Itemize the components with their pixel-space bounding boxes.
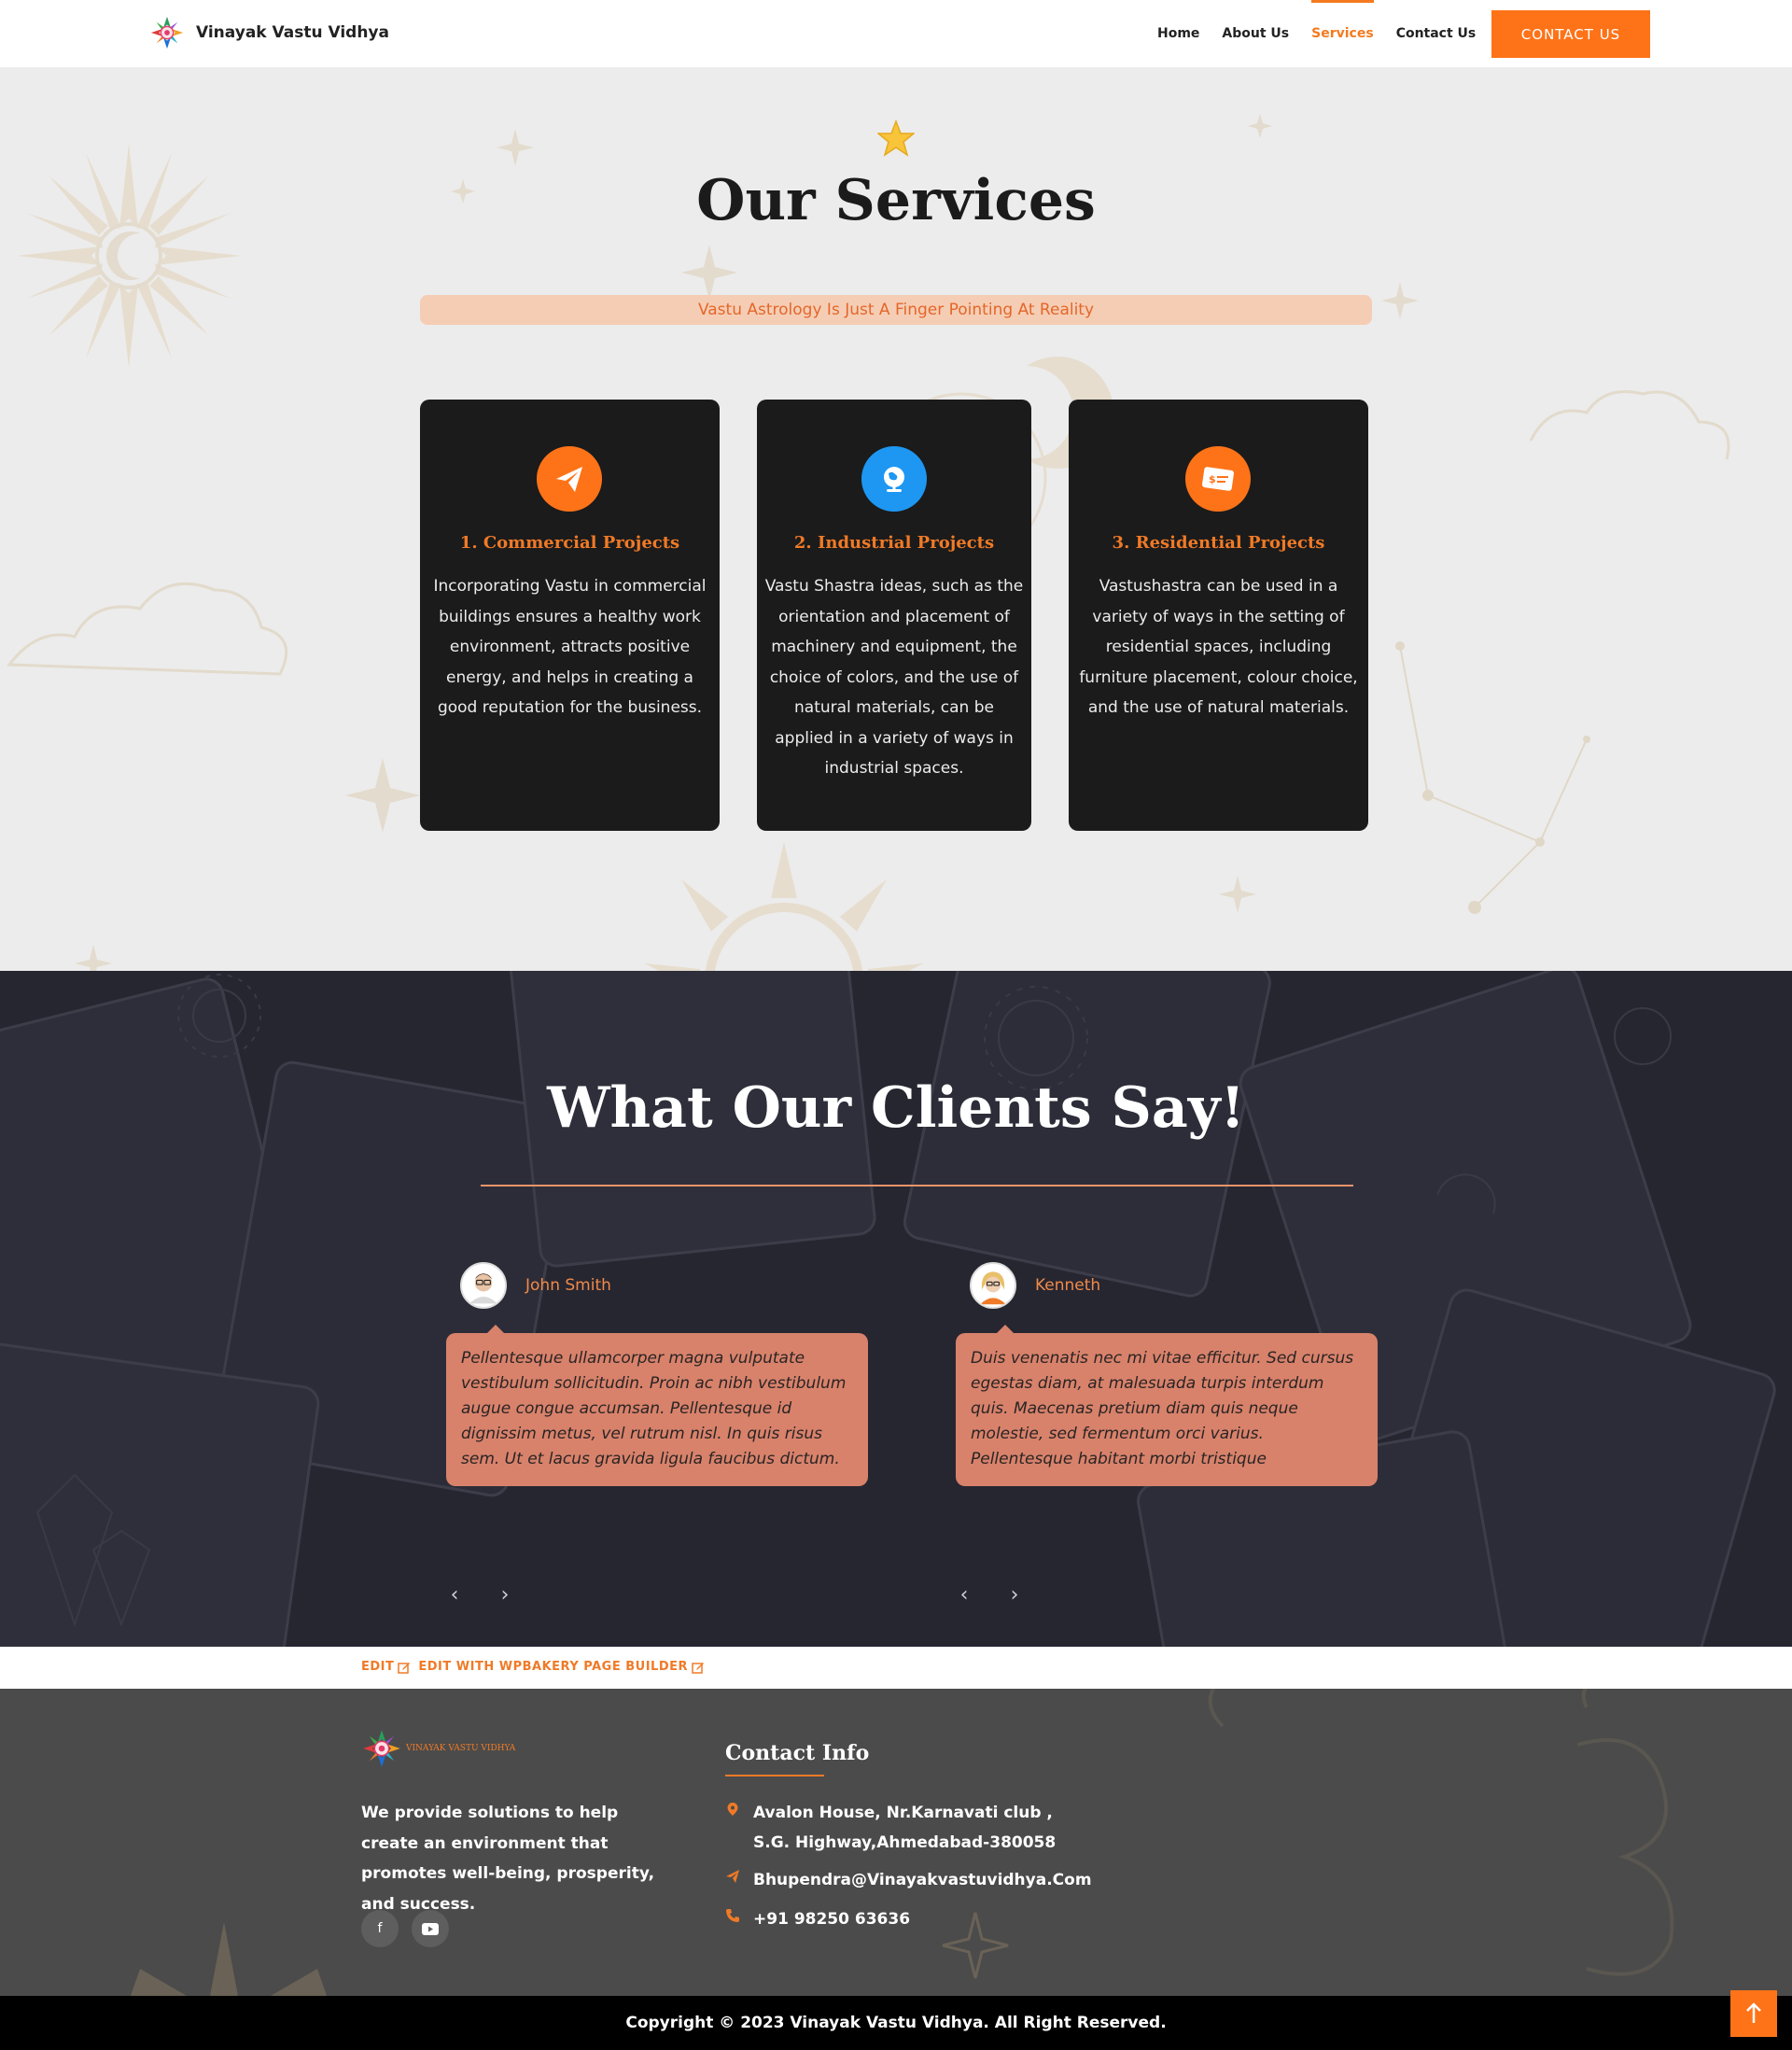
main-nav: Home About Us Services Contact Us — [1157, 0, 1476, 67]
brand-logo-icon — [363, 1730, 400, 1767]
brand-logo-icon — [150, 16, 184, 49]
phone-icon — [726, 1909, 739, 1922]
service-card-text: Vastu Shastra ideas, such as the orienta… — [764, 577, 1024, 778]
footer-logo[interactable]: VINAYAK VASTU VIDHYA — [361, 1728, 515, 1769]
svg-text:$: $ — [1209, 473, 1216, 485]
site-header: Vinayak Vastu Vidhya Home About Us Servi… — [0, 0, 1792, 67]
social-links: f — [361, 1910, 449, 1947]
brand-name: Vinayak Vastu Vidhya — [196, 23, 389, 42]
contact-phone: +91 98250 63636 — [725, 1904, 910, 1934]
client-header: John Smith — [460, 1262, 611, 1309]
testimonials-title: What Our Clients Say! — [547, 1075, 1245, 1141]
admin-edit-bar: EDIT EDIT WITH WPBAKERY PAGE BUILDER — [0, 1647, 1792, 1689]
chevron-right-icon[interactable]: › — [1006, 1585, 1023, 1606]
chevron-right-icon[interactable]: › — [497, 1585, 513, 1606]
footer-about-text: We provide solutions to help create an e… — [361, 1804, 655, 1914]
contact-address: Avalon House, Nr.Karnavati club , S.G. H… — [725, 1798, 1080, 1858]
email-link[interactable]: Bhupendra@Vinayakvastuvidhya.Com — [753, 1865, 1092, 1895]
testimonial-quote: Pellentesque ullamcorper magna vulputate… — [446, 1325, 868, 1486]
carousel-controls: ‹ › — [956, 1585, 1023, 1606]
client-header: Kenneth — [970, 1262, 1100, 1309]
paper-plane-icon — [726, 1870, 739, 1883]
paper-plane-icon — [537, 446, 602, 512]
service-card-text: Incorporating Vastu in commercial buildi… — [433, 577, 707, 717]
star-icon — [877, 119, 915, 157]
edit-links: EDIT EDIT WITH WPBAKERY PAGE BUILDER — [361, 1660, 705, 1674]
brand[interactable]: Vinayak Vastu Vidhya — [149, 15, 389, 50]
nav-services[interactable]: Services — [1311, 0, 1374, 67]
phone-link[interactable]: +91 98250 63636 — [753, 1904, 910, 1934]
client-name: Kenneth — [1035, 1276, 1101, 1295]
tarot-cards-background-art — [0, 971, 1776, 1647]
edit-icon — [692, 1662, 705, 1674]
testimonials-section: What Our Clients Say! John Smith Pellent… — [0, 971, 1792, 1647]
services-tagline: Vastu Astrology Is Just A Finger Pointin… — [420, 295, 1372, 325]
service-card-title: 3. Residential Projects — [1112, 533, 1325, 553]
services-section: Our Services Vastu Astrology Is Just A F… — [0, 67, 1792, 971]
site-footer: VINAYAK VASTU VIDHYA We provide solution… — [0, 1689, 1792, 1996]
service-card-residential: $ 3. Residential Projects Vastushastra c… — [1069, 400, 1368, 831]
chevron-left-icon[interactable]: ‹ — [956, 1585, 973, 1606]
contact-email: Bhupendra@Vinayakvastuvidhya.Com — [725, 1865, 1092, 1895]
money-card-icon: $ — [1185, 446, 1251, 512]
map-pin-icon — [727, 1803, 738, 1816]
edit-label: EDIT — [361, 1660, 395, 1674]
service-card-title: 1. Commercial Projects — [459, 533, 680, 553]
footer-logo-text: VINAYAK VASTU VIDHYA — [406, 1744, 516, 1753]
nav-contact-us[interactable]: Contact Us — [1396, 0, 1477, 67]
avatar — [460, 1262, 507, 1309]
edit-with-builder-link[interactable]: EDIT WITH WPBAKERY PAGE BUILDER — [418, 1660, 705, 1674]
contact-us-button[interactable]: CONTACT US — [1491, 10, 1650, 58]
services-title: Our Services — [696, 168, 1096, 233]
youtube-icon[interactable] — [412, 1910, 449, 1947]
client-name: John Smith — [525, 1276, 611, 1295]
service-card-title: 2. Industrial Projects — [793, 533, 995, 553]
nav-about-us[interactable]: About Us — [1222, 0, 1289, 67]
arrow-up-icon — [1746, 2002, 1761, 2023]
title-divider — [481, 1185, 1353, 1186]
avatar — [970, 1262, 1016, 1309]
service-card-industrial: 2. Industrial Projects Vastu Shastra ide… — [757, 400, 1031, 831]
contact-title-underline — [725, 1775, 824, 1776]
copyright-text: Copyright © 2023 Vinayak Vastu Vidhya. A… — [625, 2014, 1167, 2032]
facebook-icon[interactable]: f — [361, 1910, 399, 1947]
testimonial-quote: Duis venenatis nec mi vitae efficitur. S… — [956, 1325, 1378, 1486]
nav-home[interactable]: Home — [1157, 0, 1199, 67]
copyright-bar: Copyright © 2023 Vinayak Vastu Vidhya. A… — [0, 1996, 1792, 2050]
carousel-controls: ‹ › — [446, 1585, 513, 1606]
globe-icon — [861, 446, 927, 512]
service-card-text: Vastushastra can be used in a variety of… — [1079, 577, 1358, 717]
contact-info-title: Contact Info — [725, 1741, 870, 1765]
edit-link[interactable]: EDIT — [361, 1660, 411, 1674]
service-card-commercial: 1. Commercial Projects Incorporating Vas… — [420, 400, 720, 831]
edit-icon — [398, 1662, 411, 1674]
back-to-top-button[interactable] — [1730, 1990, 1777, 2037]
address-text: Avalon House, Nr.Karnavati club , S.G. H… — [753, 1804, 1057, 1852]
edit-builder-label: EDIT WITH WPBAKERY PAGE BUILDER — [418, 1660, 689, 1674]
chevron-left-icon[interactable]: ‹ — [446, 1585, 463, 1606]
